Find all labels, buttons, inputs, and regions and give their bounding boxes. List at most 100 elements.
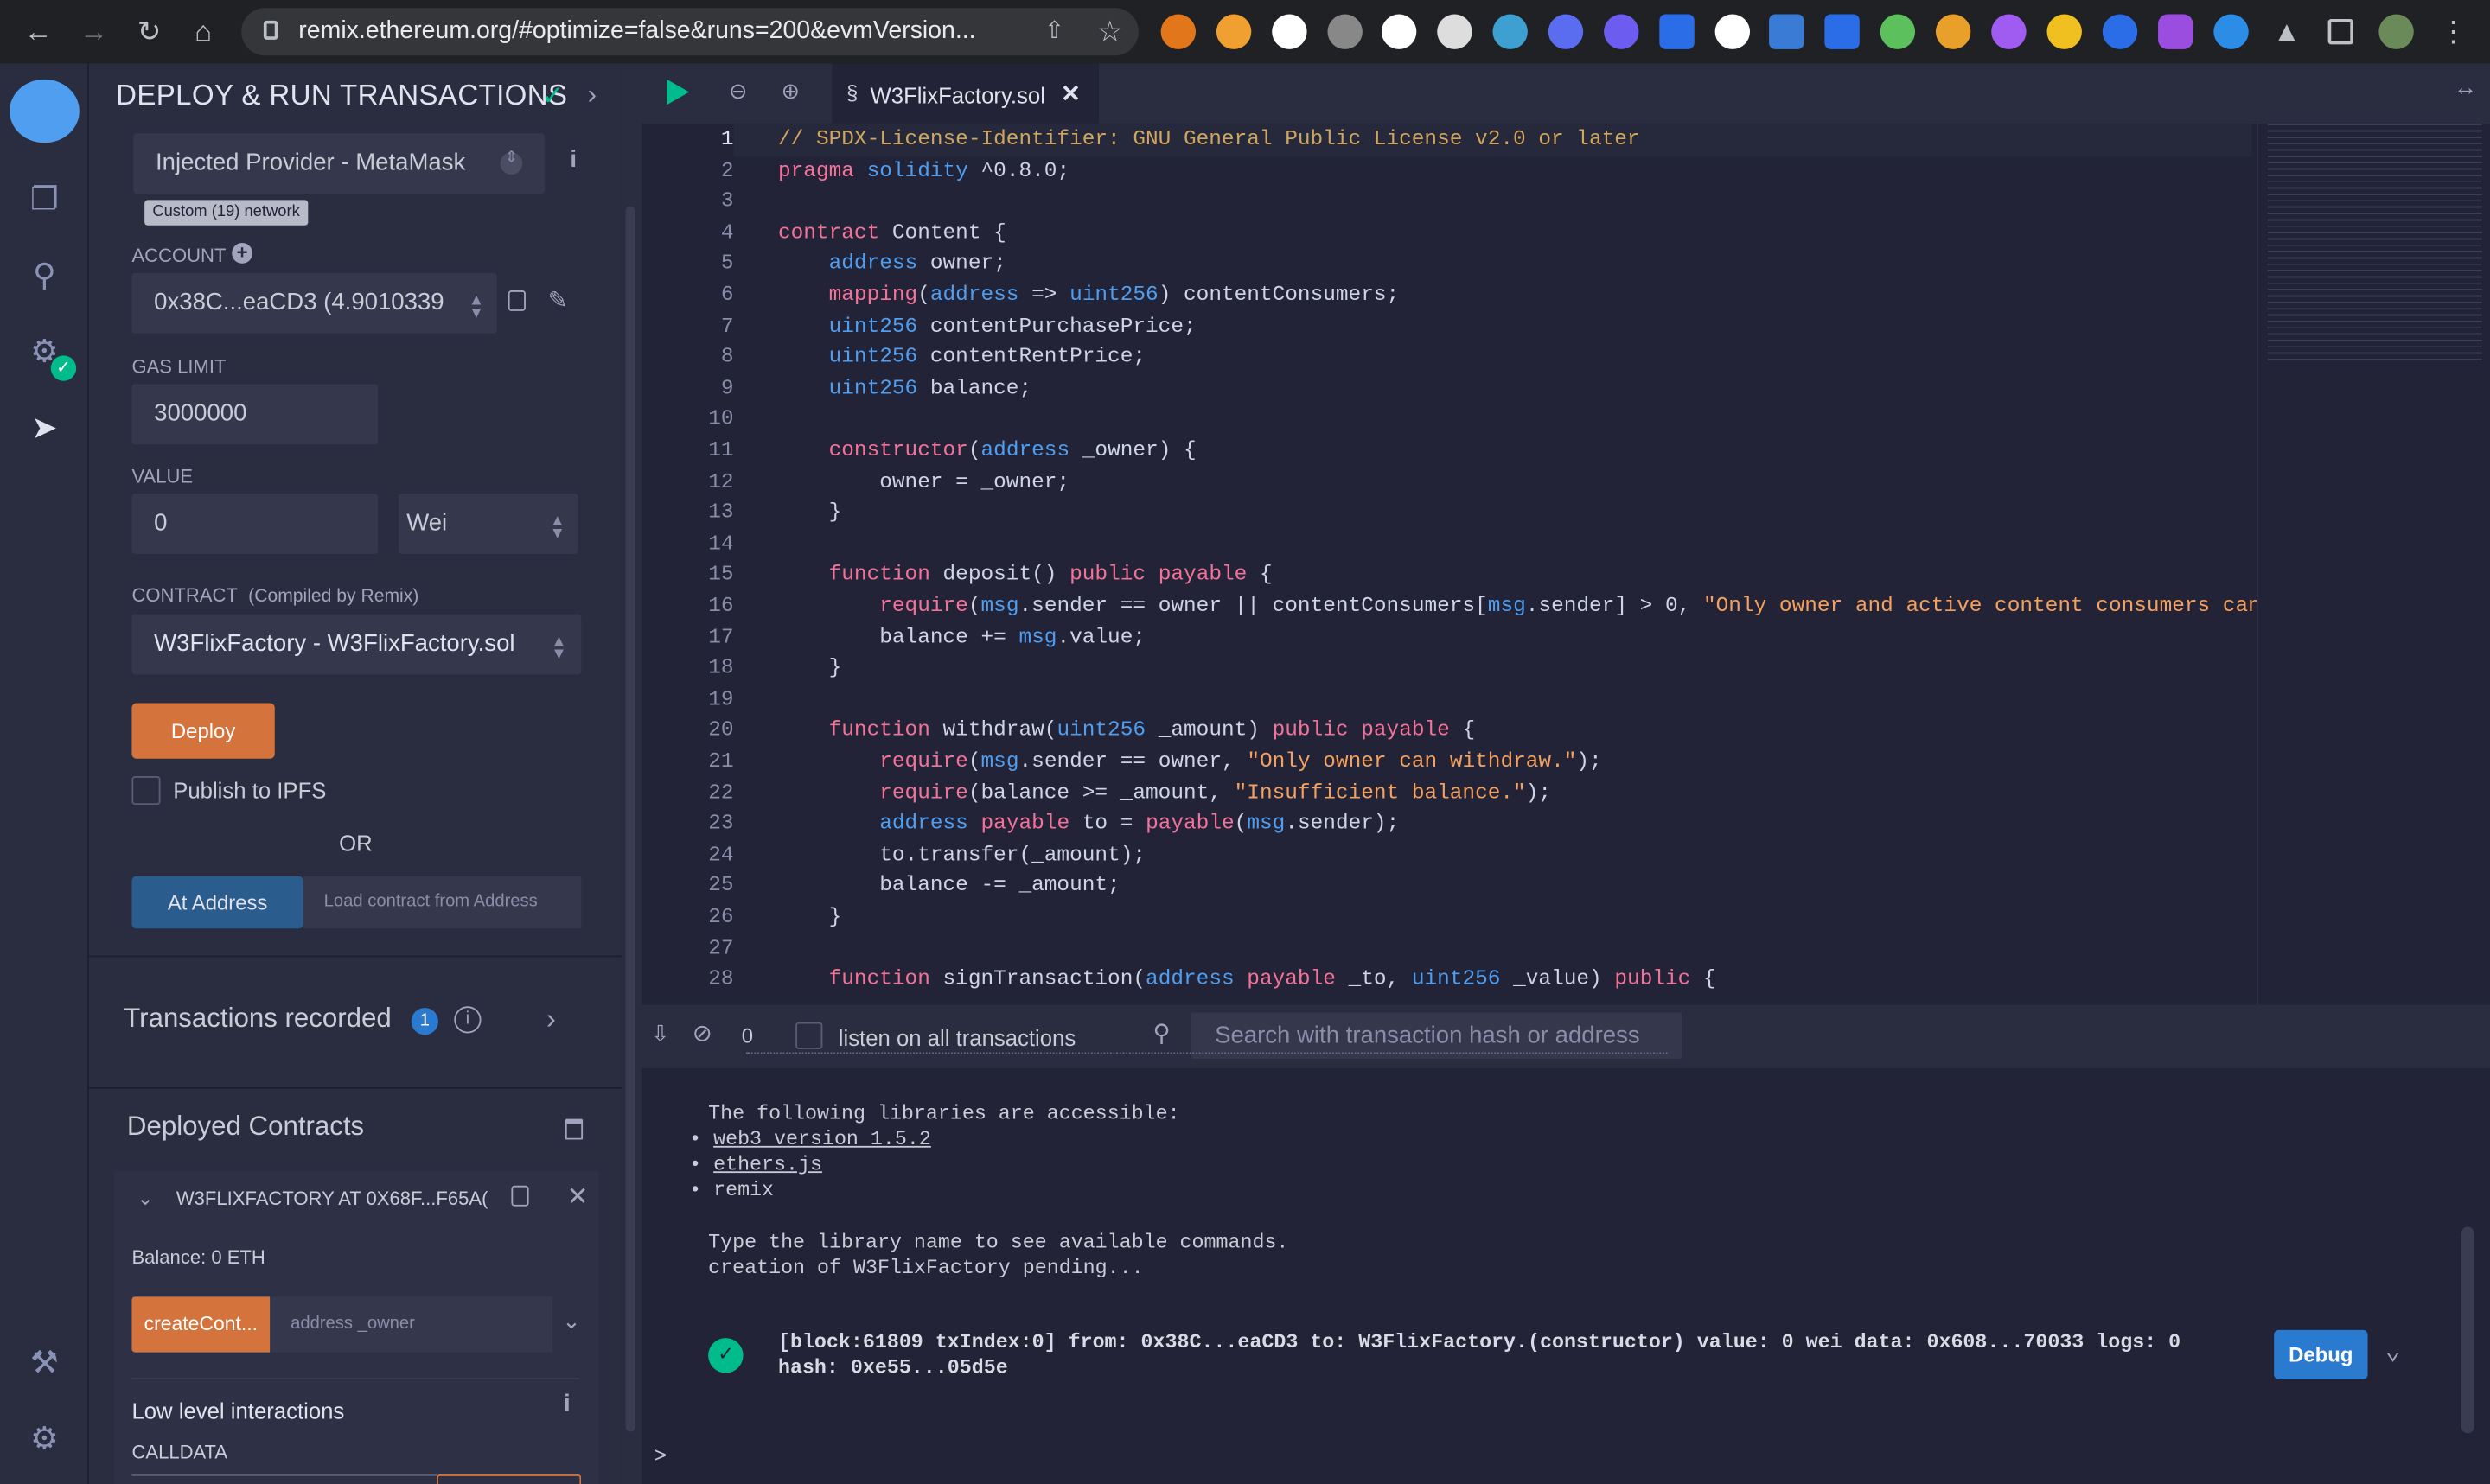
transactions-recorded-label[interactable]: Transactions recorded xyxy=(124,1003,392,1035)
code-minimap[interactable] xyxy=(2256,124,2490,1005)
home-icon[interactable]: ⌂ xyxy=(184,13,222,51)
debug-button[interactable]: Debug xyxy=(2274,1329,2368,1379)
forward-arrow-icon[interactable]: → xyxy=(74,13,112,51)
info-icon[interactable]: i xyxy=(570,146,577,173)
extensions-puzzle-icon[interactable]: ▲ xyxy=(2268,13,2306,51)
gas-limit-input[interactable]: 3000000 xyxy=(131,384,379,445)
info-icon[interactable]: i xyxy=(454,1006,482,1034)
account-select[interactable]: 0x38C...eaCD3 (4.9010339 xyxy=(131,272,497,334)
run-script-icon[interactable] xyxy=(667,79,690,105)
line-number: 15 xyxy=(708,562,734,587)
info-icon[interactable]: i xyxy=(564,1391,571,1417)
share-icon[interactable]: ⇧ xyxy=(1036,13,1074,51)
contract-select[interactable]: W3FlixFactory - W3FlixFactory.sol xyxy=(131,614,582,675)
edit-icon[interactable]: ✎ xyxy=(548,286,568,314)
scrollbar-thumb[interactable] xyxy=(625,206,635,1432)
extension-icon[interactable] xyxy=(1437,14,1472,49)
line-number: 25 xyxy=(708,873,734,898)
panel-scrollbar[interactable] xyxy=(622,63,642,1484)
load-contract-address-input[interactable]: Load contract from Address xyxy=(303,876,582,929)
chevron-down-icon[interactable]: ⌄ xyxy=(562,1308,581,1334)
code-line: } xyxy=(777,655,842,680)
transaction-hash[interactable]: hash: 0xe55...05d5e xyxy=(778,1355,1008,1379)
owner-address-input[interactable]: address _owner xyxy=(270,1296,553,1353)
calldata-input[interactable] xyxy=(131,1474,437,1484)
extension-icon[interactable] xyxy=(2213,14,2249,49)
extension-icon[interactable] xyxy=(2102,14,2138,49)
create-content-button[interactable]: createCont... xyxy=(131,1296,271,1353)
expand-icon[interactable]: ↔ xyxy=(2454,74,2478,101)
terminal-scrollbar[interactable] xyxy=(2461,1226,2474,1434)
terminal-prompt[interactable]: > xyxy=(654,1444,667,1468)
library-list-item: • ethers.js xyxy=(689,1152,822,1176)
chevron-down-icon[interactable]: ⌄ xyxy=(2385,1334,2401,1366)
zoom-in-icon[interactable]: ⊕ xyxy=(782,78,801,105)
transact-button[interactable] xyxy=(437,1474,582,1484)
value-input[interactable]: 0 xyxy=(131,494,379,554)
account-label: ACCOUNT xyxy=(131,244,227,267)
plus-icon[interactable]: + xyxy=(232,242,253,264)
publish-ipfs-checkbox[interactable] xyxy=(131,775,161,806)
extension-icon[interactable] xyxy=(1824,14,1860,49)
extension-icon[interactable] xyxy=(1548,14,1584,49)
extension-icon[interactable] xyxy=(1492,14,1528,49)
extension-icon[interactable] xyxy=(1604,14,1639,49)
at-address-button[interactable]: At Address xyxy=(131,876,303,929)
file-explorer-icon[interactable]: ❐ xyxy=(22,178,67,222)
reload-icon[interactable]: ↻ xyxy=(131,13,169,51)
contract-sublabel: (Compiled by Remix) xyxy=(248,587,419,607)
extension-icon[interactable] xyxy=(1216,14,1252,49)
extension-icon[interactable] xyxy=(1381,14,1417,49)
collapse-terminal-icon[interactable]: ⇩ xyxy=(651,1021,670,1048)
extension-icon[interactable] xyxy=(2158,14,2193,49)
copy-icon[interactable] xyxy=(511,1185,529,1207)
plugin-manager-icon[interactable]: ⚒ xyxy=(22,1341,67,1385)
code-line: } xyxy=(777,904,842,929)
extension-icon[interactable] xyxy=(1991,14,2027,49)
pending-tx-count: 0 xyxy=(741,1023,754,1048)
chevron-down-icon[interactable]: ⌄ xyxy=(137,1186,154,1211)
close-tab-icon[interactable]: ✕ xyxy=(1061,80,1081,108)
close-icon[interactable]: ✕ xyxy=(567,1181,589,1213)
kebab-menu-icon[interactable]: ⋮ xyxy=(2435,13,2473,51)
extension-icon[interactable] xyxy=(2046,14,2082,49)
metamask-extension-icon[interactable] xyxy=(1160,14,1197,49)
chevron-right-icon[interactable]: › xyxy=(546,1003,556,1037)
bookmark-star-icon[interactable]: ☆ xyxy=(1091,13,1129,51)
search-icon[interactable]: ⚲ xyxy=(22,254,67,298)
extension-icon[interactable] xyxy=(1769,14,1804,49)
side-panel-icon[interactable] xyxy=(2327,19,2353,45)
remix-logo-icon[interactable] xyxy=(10,79,80,143)
chevron-right-icon[interactable]: › xyxy=(588,80,597,111)
zoom-out-icon[interactable]: ⊖ xyxy=(729,78,748,105)
url-text: remix.ethereum.org/#optimize=false&runs=… xyxy=(298,17,976,45)
listen-all-checkbox[interactable] xyxy=(795,1022,823,1049)
deploy-run-icon[interactable]: ➤ xyxy=(22,406,67,450)
extension-icon[interactable] xyxy=(1935,14,1971,49)
code-editor[interactable]: 1 2 3 4 5 6 7 8 9 10 11 12 13 14 15 16 17 18 19 20 21 22 23 24 2… xyxy=(642,124,2257,1005)
web3-link[interactable]: web3 version 1.5.2 xyxy=(713,1127,931,1151)
back-arrow-icon[interactable]: ← xyxy=(19,13,57,51)
tab-label: W3FlixFactory.sol xyxy=(870,82,1045,108)
clear-console-icon[interactable]: ⊘ xyxy=(693,1019,712,1048)
extension-icon[interactable] xyxy=(1272,14,1307,49)
transaction-log[interactable]: [block:61809 txIndex:0] from: 0x38C...ea… xyxy=(778,1330,2180,1354)
success-check-icon: ✓ xyxy=(708,1338,744,1373)
search-icon: ⚲ xyxy=(1152,1020,1171,1048)
trash-icon[interactable] xyxy=(565,1118,584,1140)
extension-icon[interactable] xyxy=(1880,14,1916,49)
deploy-run-panel: DEPLOY & RUN TRANSACTIONS ✓ › Injected P… xyxy=(88,63,622,1484)
code-line: function deposit() public payable { xyxy=(828,562,1273,587)
copy-icon[interactable] xyxy=(508,290,526,311)
deployed-instance-title[interactable]: W3FLIXFACTORY AT 0X68F...F65A( xyxy=(176,1188,488,1210)
terminal-line: Type the library name to see available c… xyxy=(708,1230,1289,1254)
avatar[interactable] xyxy=(2378,14,2414,49)
extension-icon[interactable] xyxy=(1327,14,1363,49)
extension-icon[interactable] xyxy=(1714,14,1751,49)
settings-gear-icon[interactable]: ⚙ xyxy=(22,1417,67,1462)
extension-icon[interactable] xyxy=(1659,14,1695,49)
line-number: 7 xyxy=(720,313,734,338)
environment-select[interactable]: Injected Provider - MetaMask xyxy=(133,133,545,194)
deploy-button[interactable]: Deploy xyxy=(131,703,275,759)
ethers-link[interactable]: ethers.js xyxy=(713,1152,822,1176)
